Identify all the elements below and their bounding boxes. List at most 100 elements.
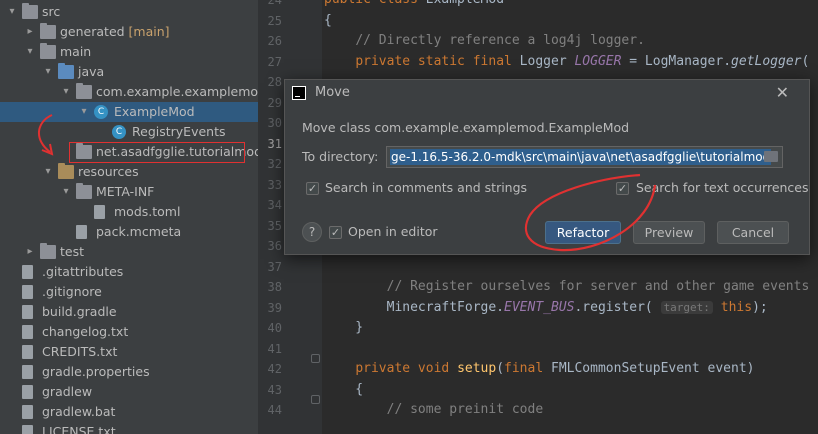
code-line[interactable]: } bbox=[324, 318, 363, 338]
chevron-down-icon[interactable]: ▾ bbox=[6, 2, 18, 22]
tree-item-label: gradle.properties bbox=[42, 364, 150, 379]
move-description: Move class com.example.examplemod.Exampl… bbox=[302, 120, 630, 135]
dialog-title: Move bbox=[315, 85, 350, 100]
tree-item-label: changelog.txt bbox=[42, 324, 129, 339]
folder-browse-icon[interactable] bbox=[764, 151, 778, 162]
open-in-editor-checkbox[interactable]: ✓ bbox=[329, 226, 342, 239]
tree-item[interactable]: ▾ resources bbox=[0, 162, 258, 182]
tree-item[interactable]: ▾ C ExampleMod bbox=[0, 102, 258, 122]
tree-item-label: META-INF bbox=[96, 184, 155, 199]
tree-item-label: ExampleMod bbox=[114, 104, 195, 119]
code-line[interactable]: private void setup(final FMLCommonSetupE… bbox=[324, 359, 754, 379]
search-text-checkbox[interactable]: ✓ bbox=[616, 182, 629, 195]
tree-item-label: gradlew.bat bbox=[42, 404, 116, 419]
line-number: 40 bbox=[267, 321, 282, 335]
code-line[interactable]: public class ExampleMod bbox=[324, 0, 504, 10]
tree-item-label: com.example.examplemod bbox=[96, 84, 258, 99]
line-number: 26 bbox=[267, 34, 282, 48]
code-line[interactable]: private static final Logger LOGGER = Log… bbox=[324, 52, 809, 72]
file-icon bbox=[76, 225, 87, 239]
chevron-down-icon[interactable]: ▾ bbox=[42, 62, 54, 82]
file-icon bbox=[22, 265, 33, 279]
refactor-button[interactable]: Refactor bbox=[545, 221, 621, 244]
tree-item[interactable]: pack.mcmeta bbox=[0, 222, 258, 242]
chevron-down-icon[interactable]: ▾ bbox=[78, 102, 90, 122]
line-number: 42 bbox=[267, 362, 282, 376]
project-tree[interactable]: ▾ src ▸ generated [main] ▾ main ▾ java ▾ com.exam… bbox=[0, 0, 258, 434]
tree-item[interactable]: .gitignore bbox=[0, 282, 258, 302]
line-number: 34 bbox=[267, 198, 282, 212]
tree-item[interactable]: changelog.txt bbox=[0, 322, 258, 342]
folder-icon bbox=[40, 23, 56, 39]
file-icon bbox=[22, 365, 33, 379]
tree-item[interactable]: .gitattributes bbox=[0, 262, 258, 282]
tree-item[interactable]: gradlew bbox=[0, 382, 258, 402]
chevron-down-icon[interactable]: ▾ bbox=[60, 182, 72, 202]
file-icon bbox=[22, 385, 33, 399]
tree-item[interactable]: ▸ test bbox=[0, 242, 258, 262]
tree-item[interactable]: gradlew.bat bbox=[0, 402, 258, 422]
preview-button[interactable]: Preview bbox=[633, 221, 705, 244]
tree-item-label: .gitattributes bbox=[42, 264, 124, 279]
search-text-label: Search for text occurrences bbox=[636, 180, 809, 195]
tree-item[interactable]: CREDITS.txt bbox=[0, 342, 258, 362]
folder-icon bbox=[40, 43, 56, 59]
directory-input[interactable]: ge-1.16.5-36.2.0-mdk\src\main\java\net\a… bbox=[386, 146, 783, 168]
folder-icon bbox=[40, 243, 56, 259]
tree-item-label: resources bbox=[78, 164, 139, 179]
chevron-down-icon[interactable]: ▾ bbox=[42, 162, 54, 182]
folder-icon bbox=[58, 63, 74, 79]
tree-item[interactable]: ▾ com.example.examplemod bbox=[0, 82, 258, 102]
search-comments-label: Search in comments and strings bbox=[325, 180, 528, 195]
chevron-down-icon[interactable]: ▾ bbox=[60, 82, 72, 102]
close-icon[interactable]: ✕ bbox=[776, 83, 789, 102]
line-number: 39 bbox=[267, 300, 282, 315]
file-icon bbox=[22, 305, 33, 319]
line-number: 33 bbox=[267, 177, 282, 192]
annotation-target-box bbox=[69, 142, 245, 163]
tree-item[interactable]: gradle.properties bbox=[0, 362, 258, 382]
chevron-down-icon[interactable]: ▾ bbox=[24, 42, 36, 62]
tree-item-label: java bbox=[78, 64, 105, 79]
line-number: 29 bbox=[267, 95, 282, 110]
dialog-title-bar[interactable]: Move ✕ bbox=[285, 80, 809, 107]
code-line[interactable]: MinecraftForge.EVENT_BUS.register( targe… bbox=[324, 298, 768, 318]
tree-item[interactable]: ▾ META-INF bbox=[0, 182, 258, 202]
tree-item-label: RegistryEvents bbox=[132, 124, 226, 139]
code-line[interactable]: // Register ourselves for server and oth… bbox=[324, 277, 810, 297]
fold-icon[interactable] bbox=[311, 354, 320, 363]
line-number: 38 bbox=[267, 280, 282, 294]
tree-item[interactable]: LICENSE.txt bbox=[0, 422, 258, 434]
tree-item[interactable]: ▾ java bbox=[0, 62, 258, 82]
tree-item-label: gradlew bbox=[42, 384, 93, 399]
help-button[interactable]: ? bbox=[302, 222, 322, 242]
tree-item[interactable]: ▸ generated [main] bbox=[0, 22, 258, 42]
folder-icon bbox=[76, 183, 92, 199]
directory-value[interactable]: ge-1.16.5-36.2.0-mdk\src\main\java\net\a… bbox=[390, 149, 772, 165]
line-number: 31 bbox=[267, 136, 282, 151]
tree-item-label: test bbox=[60, 244, 85, 259]
tree-item-label: pack.mcmeta bbox=[96, 224, 182, 239]
line-number: 44 bbox=[267, 403, 282, 417]
search-comments-checkbox[interactable]: ✓ bbox=[306, 182, 319, 195]
line-number: 35 bbox=[267, 218, 282, 233]
code-line[interactable]: // Directly reference a log4j logger. bbox=[324, 31, 645, 51]
line-number: 37 bbox=[267, 259, 282, 274]
tree-item[interactable]: C RegistryEvents bbox=[0, 122, 258, 142]
tree-item[interactable]: ▾ src bbox=[0, 2, 258, 22]
tree-item-label: LICENSE.txt bbox=[42, 424, 116, 434]
folder-icon bbox=[22, 3, 38, 19]
fold-icon[interactable] bbox=[311, 395, 320, 404]
chevron-right-icon[interactable]: ▸ bbox=[24, 242, 36, 262]
tree-item[interactable]: ▾ main bbox=[0, 42, 258, 62]
code-line[interactable]: { bbox=[324, 380, 363, 400]
tree-item[interactable]: mods.toml bbox=[0, 202, 258, 222]
code-line[interactable]: // some preinit code bbox=[324, 400, 544, 420]
line-number: 25 bbox=[267, 13, 282, 28]
cancel-button[interactable]: Cancel bbox=[717, 221, 789, 244]
tree-item[interactable]: build.gradle bbox=[0, 302, 258, 322]
chevron-right-icon[interactable]: ▸ bbox=[24, 22, 36, 42]
folder-icon bbox=[76, 83, 92, 99]
code-line[interactable]: { bbox=[324, 11, 332, 31]
tree-item-label: .gitignore bbox=[42, 284, 102, 299]
